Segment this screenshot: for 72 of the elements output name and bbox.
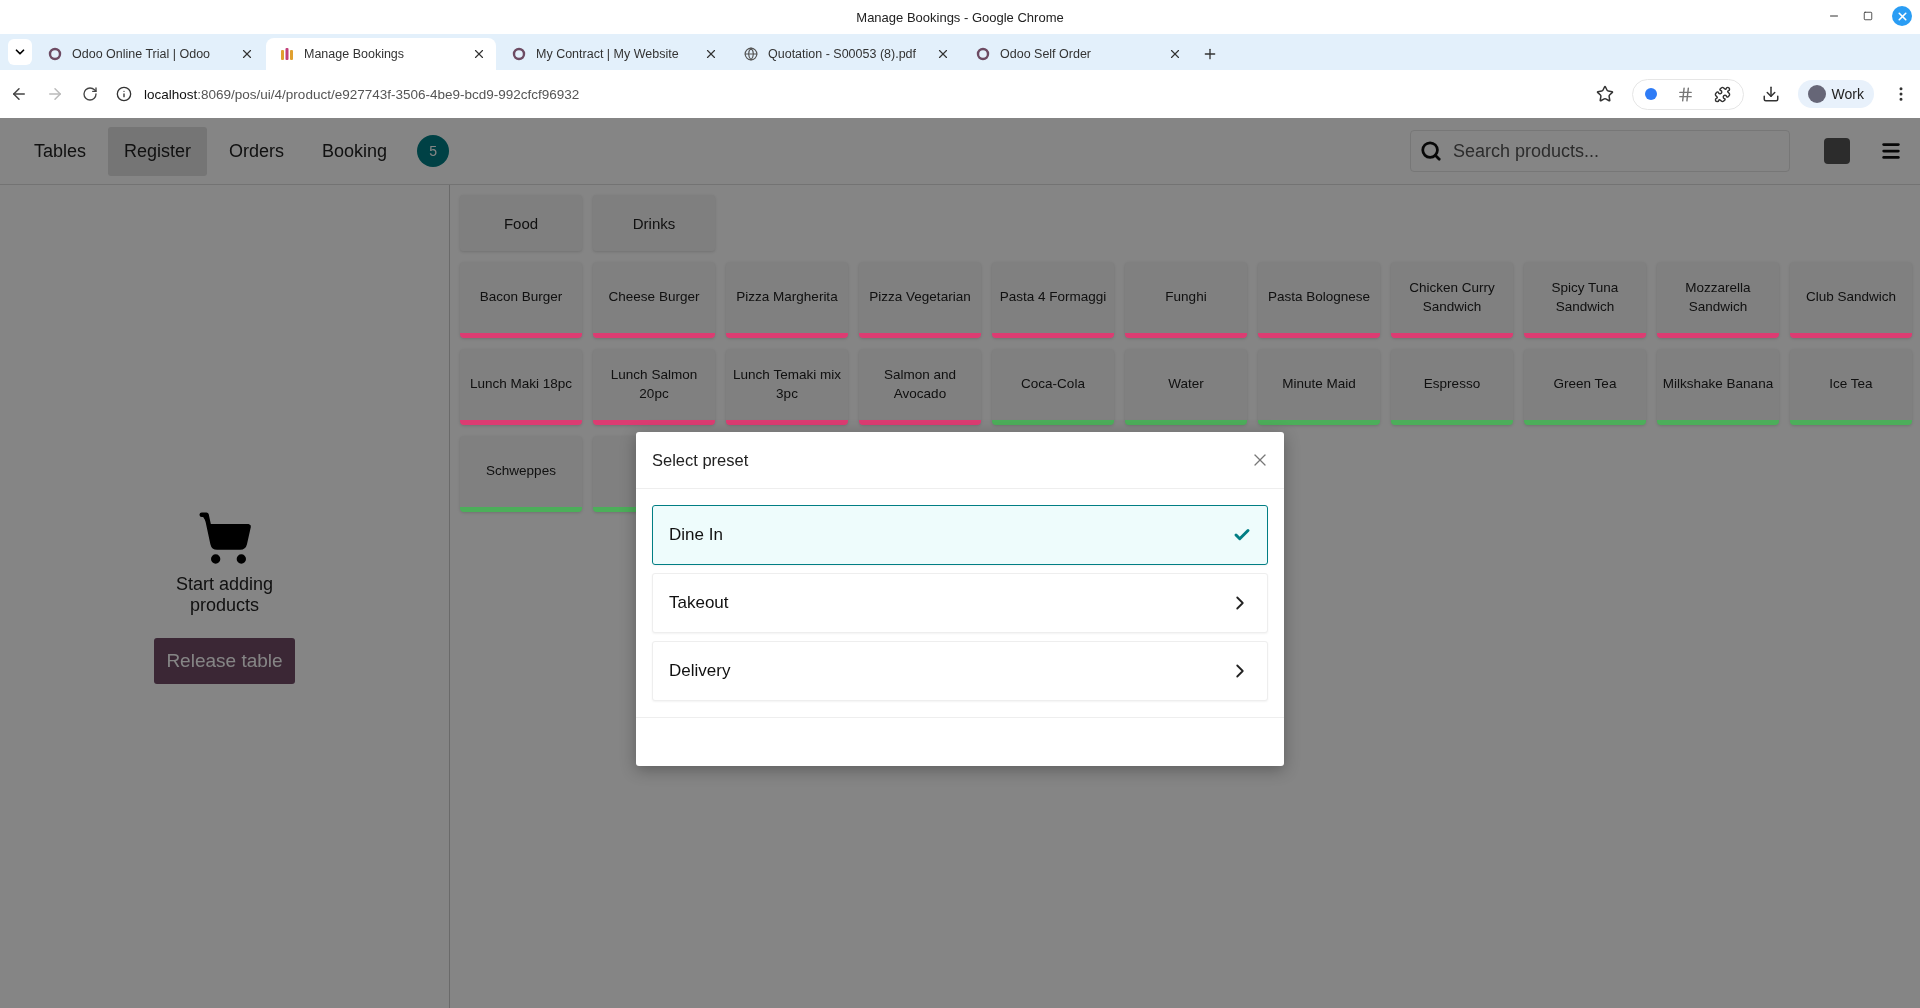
product-card[interactable]: Bacon Burger <box>460 262 582 338</box>
product-card[interactable]: Schweppes <box>460 436 582 512</box>
hash-icon[interactable] <box>1676 85 1694 103</box>
product-card[interactable]: Pizza Margherita <box>726 262 848 338</box>
nav-tab[interactable]: Tables <box>18 126 103 176</box>
download-icon[interactable] <box>1761 85 1780 103</box>
nav-tab[interactable]: Orders <box>213 126 301 176</box>
globe-icon <box>744 47 758 61</box>
product-card[interactable]: Cheese Burger <box>593 262 715 338</box>
close-icon[interactable] <box>1168 47 1182 61</box>
profile-button[interactable]: Work <box>1797 80 1874 108</box>
circle-icon <box>48 47 62 61</box>
dialog-title: Select preset <box>652 450 749 470</box>
product-card[interactable]: Espresso <box>1391 349 1513 425</box>
product-card[interactable]: Milkshake Banana <box>1657 349 1779 425</box>
product-card[interactable]: Spicy Tuna Sandwich <box>1524 262 1646 338</box>
product-card[interactable]: Lunch Maki 18pc <box>460 349 582 425</box>
close-icon[interactable] <box>936 47 950 61</box>
browser-tab[interactable]: Quotation - S00053 (8).pdf <box>730 38 960 70</box>
category-button[interactable]: Food <box>460 195 582 251</box>
product-card[interactable]: Lunch Salmon 20pc <box>593 349 715 425</box>
reload-icon[interactable] <box>82 86 98 102</box>
bars-icon <box>280 47 294 61</box>
new-tab-button[interactable] <box>1202 46 1218 62</box>
circle-icon <box>512 47 526 61</box>
puzzle-icon[interactable] <box>1713 85 1731 103</box>
nav-tab[interactable]: Register <box>108 126 208 176</box>
search-icon <box>1420 140 1442 162</box>
star-icon[interactable] <box>1595 85 1614 103</box>
product-card[interactable]: Pasta Bolognese <box>1258 262 1380 338</box>
category-button[interactable]: Drinks <box>593 195 715 251</box>
close-icon[interactable] <box>472 47 486 61</box>
close-icon[interactable] <box>240 47 254 61</box>
count-badge: 5 <box>417 135 450 167</box>
nav-tab[interactable]: Booking <box>306 126 404 176</box>
url-text[interactable]: localhost:8069/pos/ui/4/product/e927743f-3506-4be9-bcd9-992cfcf96932 <box>144 86 580 102</box>
product-card[interactable]: Salmon and Avocado <box>859 349 981 425</box>
preset-option[interactable]: Dine In <box>652 505 1268 565</box>
close-icon <box>1895 9 1909 23</box>
menu-icon[interactable] <box>1880 140 1902 162</box>
product-card[interactable]: Funghi <box>1125 262 1247 338</box>
product-card[interactable]: Ice Tea <box>1790 349 1912 425</box>
product-card[interactable]: Club Sandwich <box>1790 262 1912 338</box>
search-field[interactable]: Search products... <box>1410 130 1790 172</box>
release-table-button[interactable]: Release table <box>154 637 295 684</box>
avatar-icon <box>1807 85 1826 103</box>
browser-tab[interactable]: Odoo Self Order <box>962 38 1192 70</box>
dot-icon[interactable] <box>1644 88 1657 100</box>
product-card[interactable]: Mozzarella Sandwich <box>1657 262 1779 338</box>
preset-option[interactable]: Takeout <box>652 573 1268 633</box>
product-card[interactable]: Green Tea <box>1524 349 1646 425</box>
close-button[interactable] <box>1892 6 1912 26</box>
product-card[interactable]: Pasta 4 Formaggi <box>992 262 1114 338</box>
product-card[interactable]: Chicken Curry Sandwich <box>1391 262 1513 338</box>
product-card[interactable]: Coca-Cola <box>992 349 1114 425</box>
product-card[interactable]: Minute Maid <box>1258 349 1380 425</box>
empty-cart-text: Start adding products <box>174 573 275 616</box>
preset-option[interactable]: Delivery <box>652 641 1268 701</box>
browser-tab[interactable]: Odoo Online Trial | Odoo <box>34 38 264 70</box>
browser-tab[interactable]: My Contract | My Website <box>498 38 728 70</box>
plus-icon <box>1202 46 1218 62</box>
product-card[interactable]: Water <box>1125 349 1247 425</box>
window-title: Manage Bookings - Google Chrome <box>856 9 1064 25</box>
back-icon[interactable] <box>10 85 28 103</box>
product-card[interactable]: Lunch Temaki mix 3pc <box>726 349 848 425</box>
info-icon[interactable] <box>116 86 132 102</box>
maximize-icon <box>1863 11 1873 21</box>
circle-icon <box>976 47 990 61</box>
close-icon[interactable] <box>704 47 718 61</box>
product-card[interactable]: Pizza Vegetarian <box>859 262 981 338</box>
tab-list-button[interactable] <box>8 39 32 65</box>
browser-tab[interactable]: Manage Bookings <box>266 38 496 70</box>
